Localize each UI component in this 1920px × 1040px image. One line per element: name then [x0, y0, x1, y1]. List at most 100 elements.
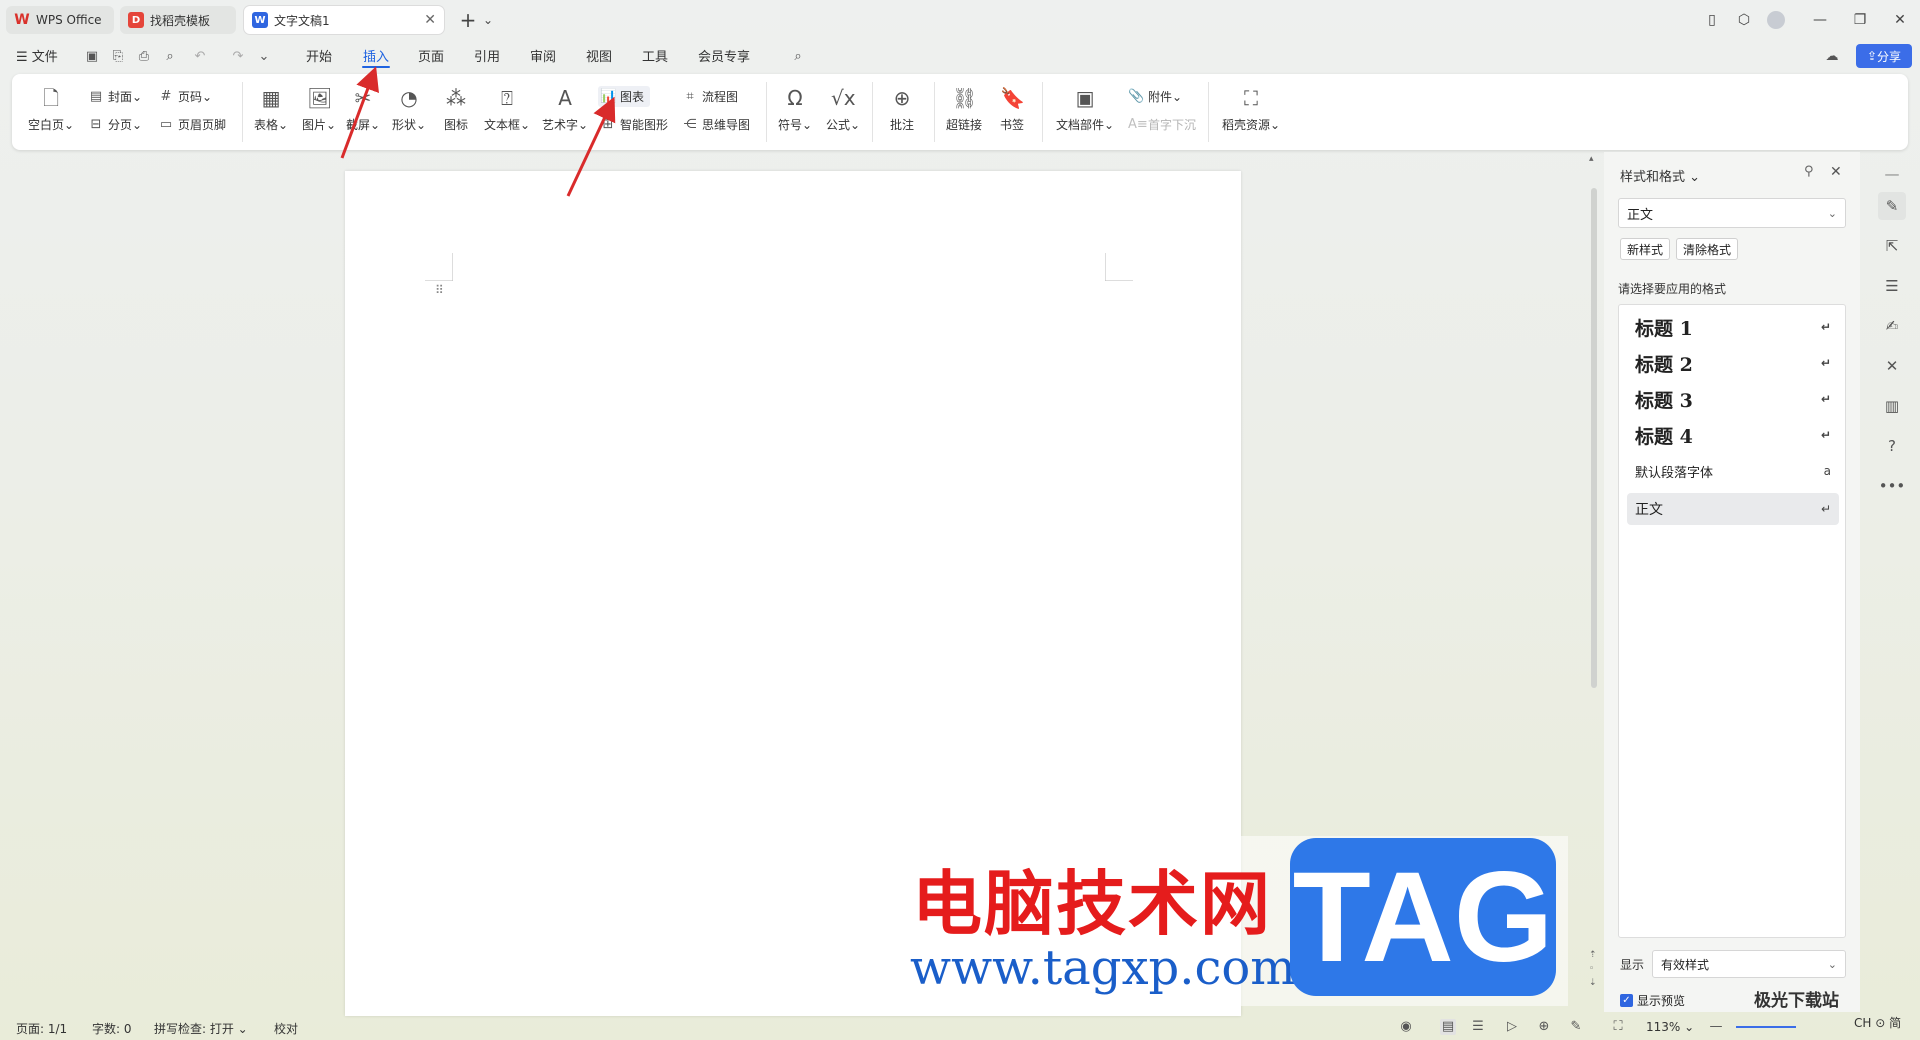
- vertical-scrollbar[interactable]: ▴ ⇡ ◦ ⇣: [1586, 152, 1602, 1012]
- word-count[interactable]: 字数: 0: [92, 1020, 132, 1037]
- label: 页眉页脚: [178, 118, 227, 132]
- close-window-icon[interactable]: ✕: [1888, 8, 1912, 32]
- close-tab-icon[interactable]: ✕: [424, 12, 436, 28]
- properties-sliders-icon[interactable]: ☰: [1878, 272, 1906, 300]
- label: 思维导图: [702, 118, 751, 132]
- zoom-slider[interactable]: [1736, 1026, 1796, 1028]
- page-number-button[interactable]: # 页码 ⌄: [158, 88, 213, 105]
- more-icon[interactable]: •••: [1878, 472, 1906, 500]
- page-nav-icons[interactable]: ⇡ ◦ ⇣: [1589, 948, 1597, 990]
- cloud-icon[interactable]: ☁: [1824, 48, 1840, 64]
- style-default-paragraph-font[interactable]: 默认段落字体 a: [1627, 455, 1839, 487]
- search-icon[interactable]: ⌕: [790, 48, 806, 64]
- formula-button[interactable]: √x 公式⌄: [826, 86, 860, 133]
- share-icon: ⇪: [1866, 49, 1878, 63]
- tools-icon[interactable]: ✕: [1878, 352, 1906, 380]
- title-bar: W WPS Office D 找稻壳模板 W 文字文稿1 ✕ + ⌄ ▯ ⬡ —…: [0, 0, 1920, 40]
- mindmap-button[interactable]: ⋲ 思维导图: [682, 116, 751, 133]
- table-button[interactable]: ▦ 表格⌄: [254, 86, 288, 133]
- drag-handle-icon[interactable]: ⠿: [435, 283, 444, 297]
- menu-home[interactable]: 开始: [306, 46, 332, 65]
- style-heading-3[interactable]: 标题 3 ↵: [1627, 383, 1839, 415]
- symbol-button[interactable]: Ω 符号⌄: [778, 86, 812, 133]
- show-label: 显示: [1620, 958, 1645, 972]
- show-filter-dropdown[interactable]: 有效样式 ⌄: [1652, 950, 1846, 978]
- style-heading-4[interactable]: 标题 4 ↵: [1627, 419, 1839, 451]
- scroll-up-icon[interactable]: ▴: [1589, 154, 1594, 164]
- current-style-dropdown[interactable]: 正文 ⌄: [1618, 198, 1846, 228]
- label: 表格: [254, 118, 279, 132]
- zoom-level[interactable]: 113% ⌄: [1646, 1020, 1694, 1034]
- tab-list-chevron-icon[interactable]: ⌄: [476, 8, 500, 32]
- minimize-icon[interactable]: —: [1808, 8, 1832, 32]
- pen-icon[interactable]: ✎: [1568, 1019, 1584, 1035]
- pin-icon[interactable]: ⚲: [1804, 164, 1814, 179]
- spell-label: 拼写检查: 打开: [154, 1022, 234, 1036]
- menu-tools[interactable]: 工具: [642, 46, 668, 65]
- close-pane-icon[interactable]: ✕: [1830, 164, 1842, 180]
- styles-pane-title[interactable]: 样式和格式 ⌄: [1620, 166, 1700, 185]
- select-cursor-icon[interactable]: ⇱: [1878, 232, 1906, 260]
- hyperlink-button[interactable]: ⛓ 超链接: [946, 86, 982, 133]
- blank-page-button[interactable]: 🗋 空白页⌄: [28, 86, 74, 133]
- tab-wps-office[interactable]: W WPS Office: [6, 6, 114, 34]
- spell-check-status[interactable]: 拼写检查: 打开 ⌄: [154, 1020, 248, 1037]
- book-icon[interactable]: ▥: [1878, 392, 1906, 420]
- flowchart-button[interactable]: ⌗ 流程图: [682, 88, 738, 105]
- paragraph-mark-icon: ↵: [1820, 502, 1831, 516]
- help-icon[interactable]: ?: [1878, 432, 1906, 460]
- avatar[interactable]: [1764, 8, 1788, 32]
- redo-icon[interactable]: ↷: [230, 48, 246, 64]
- label: 超链接: [946, 118, 983, 132]
- show-preview-checkbox[interactable]: ✓ 显示预览: [1620, 992, 1685, 1009]
- style-heading-2[interactable]: 标题 2 ↵: [1627, 347, 1839, 379]
- menu-member[interactable]: 会员专享: [698, 46, 750, 65]
- cube-icon[interactable]: ⬡: [1732, 8, 1756, 32]
- hamburger-icon: ☰: [16, 50, 32, 65]
- attachment-button[interactable]: 📎 附件 ⌄: [1128, 88, 1182, 105]
- proofread-button[interactable]: 校对: [274, 1020, 298, 1037]
- clear-format-button[interactable]: 清除格式: [1676, 238, 1739, 260]
- label: 封面: [108, 90, 133, 104]
- tab-docer-templates[interactable]: D 找稻壳模板: [120, 6, 236, 34]
- docer-resources-button[interactable]: ⛶ 稻壳资源⌄: [1222, 86, 1280, 133]
- zoom-out-icon[interactable]: —: [1708, 1019, 1724, 1035]
- doc-review-icon[interactable]: ✍: [1878, 312, 1906, 340]
- scrollbar-thumb[interactable]: [1591, 188, 1597, 688]
- cover-button[interactable]: ▤ 封面 ⌄: [88, 88, 142, 105]
- comment-button[interactable]: ⊕ 批注: [890, 86, 914, 133]
- quick-access-chevron-icon[interactable]: ⌄: [256, 48, 272, 64]
- new-style-button[interactable]: 新样式: [1620, 238, 1671, 260]
- eye-protection-icon[interactable]: ◉: [1398, 1019, 1414, 1035]
- collapse-icon[interactable]: —: [1878, 160, 1906, 188]
- fit-page-icon[interactable]: ⛶: [1610, 1019, 1626, 1035]
- save-icon[interactable]: ▣: [84, 48, 100, 64]
- undo-icon[interactable]: ↶: [192, 48, 208, 64]
- restore-icon[interactable]: ❐: [1848, 8, 1872, 32]
- export-icon[interactable]: ⎘: [110, 48, 126, 64]
- print-preview-icon[interactable]: ⌕: [162, 48, 178, 64]
- web-view-icon[interactable]: ⊕: [1536, 1019, 1552, 1035]
- picture-icon: 🖼: [307, 86, 333, 110]
- tab-document-1[interactable]: W 文字文稿1 ✕: [244, 6, 444, 34]
- style-heading-1[interactable]: 标题 1 ↵: [1627, 311, 1839, 343]
- share-button[interactable]: ⇪ 分享: [1856, 44, 1912, 68]
- page-break-button[interactable]: ⊟ 分页 ⌄: [88, 116, 143, 133]
- play-icon[interactable]: ▷: [1504, 1019, 1520, 1035]
- label: 首字下沉: [1148, 118, 1197, 132]
- print-icon[interactable]: ⎙: [136, 48, 152, 64]
- page-count[interactable]: 页面: 1/1: [16, 1020, 67, 1037]
- title-label: 样式和格式: [1620, 170, 1686, 185]
- style-label: 标题 3: [1635, 389, 1693, 412]
- comment-icon: ⊕: [893, 86, 911, 110]
- drop-cap-button[interactable]: A≡ 首字下沉: [1128, 116, 1196, 133]
- page-view-icon[interactable]: ▤: [1440, 1019, 1456, 1035]
- bookmark-button[interactable]: 🔖 书签: [1000, 86, 1025, 133]
- file-menu[interactable]: ☰ 文件: [16, 46, 58, 65]
- header-footer-button[interactable]: ▭ 页眉页脚: [158, 116, 226, 133]
- style-normal[interactable]: 正文 ↵: [1627, 493, 1839, 525]
- styles-pen-icon[interactable]: ✎: [1878, 192, 1906, 220]
- document-parts-button[interactable]: ▣ 文档部件⌄: [1056, 86, 1114, 133]
- outline-view-icon[interactable]: ☰: [1470, 1019, 1486, 1035]
- layout-icon[interactable]: ▯: [1700, 8, 1724, 32]
